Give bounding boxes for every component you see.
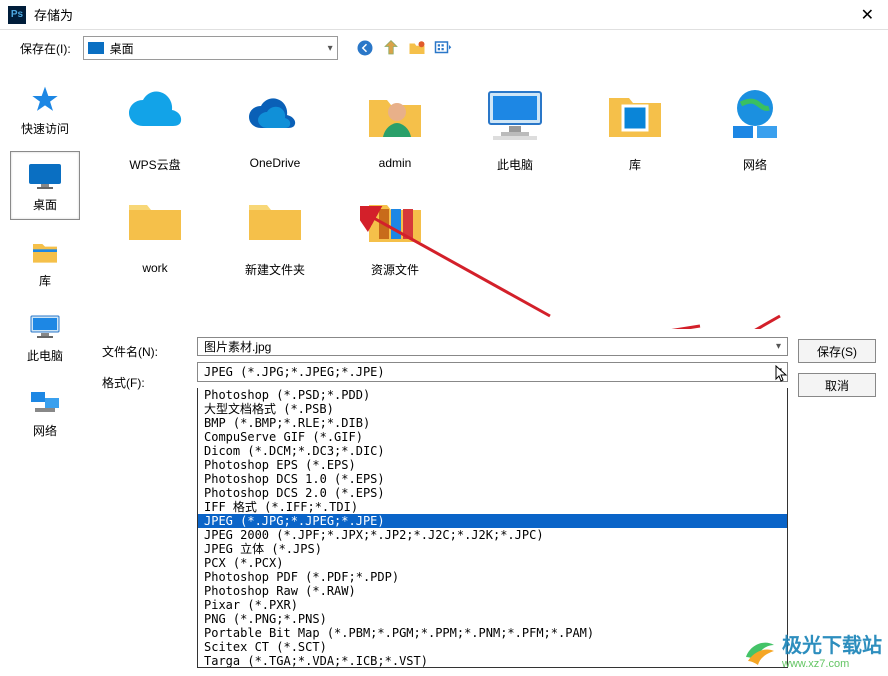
sidebar-item-label: 库 [39, 272, 51, 289]
app-icon: Ps [8, 6, 26, 24]
library-icon [603, 82, 667, 146]
pc-icon [27, 309, 63, 345]
format-option[interactable]: CompuServe GIF (*.GIF) [198, 430, 787, 444]
format-combo[interactable]: JPEG (*.JPG;*.JPEG;*.JPE) ▾ [197, 362, 788, 382]
file-work[interactable]: work [110, 187, 200, 278]
filename-label: 文件名(N): [102, 343, 197, 360]
new-folder-icon[interactable] [408, 39, 426, 57]
cloud-icon [123, 82, 187, 146]
format-option[interactable]: PCX (*.PCX) [198, 556, 787, 570]
file-network[interactable]: 网络 [710, 82, 800, 173]
file-label: 此电脑 [497, 156, 533, 173]
format-option[interactable]: Portable Bit Map (*.PBM;*.PGM;*.PPM;*.PN… [198, 626, 787, 640]
window-title: 存储为 [34, 5, 855, 24]
file-label: admin [379, 156, 412, 170]
format-option[interactable]: Photoshop Raw (*.RAW) [198, 584, 787, 598]
sidebar-item-thispc[interactable]: 此电脑 [10, 303, 80, 370]
close-button[interactable]: ✕ [855, 5, 880, 25]
globe-icon [723, 82, 787, 146]
format-option[interactable]: Scitex CT (*.SCT) [198, 640, 787, 654]
sidebar-item-quick[interactable]: 快速访问 [10, 76, 80, 143]
format-option[interactable]: Photoshop EPS (*.EPS) [198, 458, 787, 472]
format-option[interactable]: 大型文档格式 (*.PSB) [198, 402, 787, 416]
user-folder-icon [363, 82, 427, 146]
file-resources[interactable]: 资源文件 [350, 187, 440, 278]
format-option[interactable]: Targa (*.TGA;*.VDA;*.ICB;*.VST) [198, 654, 787, 668]
format-option[interactable]: Photoshop (*.PSD;*.PDD) [198, 388, 787, 402]
file-libraries[interactable]: 库 [590, 82, 680, 173]
format-label: 格式(F): [102, 374, 197, 391]
onedrive-icon [243, 82, 307, 146]
sidebar-item-label: 桌面 [33, 196, 57, 213]
format-value: JPEG (*.JPG;*.JPEG;*.JPE) [204, 365, 385, 379]
format-dropdown[interactable]: Photoshop (*.PSD;*.PDD)大型文档格式 (*.PSB)BMP… [197, 388, 788, 668]
format-option[interactable]: Photoshop DCS 1.0 (*.EPS) [198, 472, 787, 486]
location-combo[interactable]: 桌面 ▾ [83, 36, 338, 60]
sidebar-item-desktop[interactable]: 桌面 [10, 151, 80, 220]
file-label: work [142, 261, 167, 275]
desktop-icon [27, 158, 63, 194]
monitor-icon [483, 82, 547, 146]
filename-value: 图片素材.jpg [204, 338, 271, 355]
format-option[interactable]: JPEG 立体 (*.JPS) [198, 542, 787, 556]
format-option[interactable]: JPEG 2000 (*.JPF;*.JPX;*.JP2;*.J2C;*.J2K… [198, 528, 787, 542]
sidebar-item-label: 网络 [33, 422, 57, 439]
save-button[interactable]: 保存(S) [798, 339, 876, 363]
view-mode-icon[interactable] [434, 39, 452, 57]
file-label: WPS云盘 [129, 156, 180, 173]
up-icon[interactable] [382, 39, 400, 57]
file-label: OneDrive [250, 156, 301, 170]
format-option[interactable]: PNG (*.PNG;*.PNS) [198, 612, 787, 626]
file-newfolder[interactable]: 新建文件夹 [230, 187, 320, 278]
sidebar-item-label: 快速访问 [21, 120, 69, 137]
folder-resources-icon [363, 187, 427, 251]
folder-icon [243, 187, 307, 251]
location-toolbar: 保存在(I): 桌面 ▾ [0, 30, 888, 66]
desktop-mini-icon [88, 42, 104, 54]
file-label: 网络 [743, 156, 767, 173]
places-sidebar: 快速访问 桌面 库 此电脑 网络 [0, 66, 90, 676]
chevron-down-icon: ▾ [776, 341, 781, 352]
file-label: 库 [629, 156, 641, 173]
cancel-button[interactable]: 取消 [798, 373, 876, 397]
format-option[interactable]: Pixar (*.PXR) [198, 598, 787, 612]
format-option[interactable]: Dicom (*.DCM;*.DC3;*.DIC) [198, 444, 787, 458]
star-icon [27, 82, 63, 118]
file-label: 资源文件 [371, 261, 419, 278]
back-icon[interactable] [356, 39, 374, 57]
filename-input[interactable]: 图片素材.jpg ▾ [197, 337, 788, 356]
location-label: 保存在(I): [20, 40, 71, 57]
format-option[interactable]: JPEG (*.JPG;*.JPEG;*.JPE) [198, 514, 787, 528]
libraries-icon [27, 234, 63, 270]
format-option[interactable]: Photoshop PDF (*.PDF;*.PDP) [198, 570, 787, 584]
sidebar-item-label: 此电脑 [27, 347, 63, 364]
file-wps[interactable]: WPS云盘 [110, 82, 200, 173]
folder-icon [123, 187, 187, 251]
file-thispc[interactable]: 此电脑 [470, 82, 560, 173]
file-label: 新建文件夹 [245, 261, 305, 278]
format-option[interactable]: IFF 格式 (*.IFF;*.TDI) [198, 500, 787, 514]
titlebar: Ps 存储为 ✕ [0, 0, 888, 30]
sidebar-item-network[interactable]: 网络 [10, 378, 80, 445]
file-onedrive[interactable]: OneDrive [230, 82, 320, 173]
file-admin[interactable]: admin [350, 82, 440, 173]
location-value: 桌面 [110, 40, 134, 57]
network-icon [27, 384, 63, 420]
chevron-down-icon: ▾ [328, 43, 333, 54]
format-option[interactable]: Photoshop DCS 2.0 (*.EPS) [198, 486, 787, 500]
sidebar-item-libraries[interactable]: 库 [10, 228, 80, 295]
file-area: WPS云盘 OneDrive admin 此电脑 库 网络 [90, 66, 888, 676]
cursor-icon [775, 365, 789, 383]
format-option[interactable]: BMP (*.BMP;*.RLE;*.DIB) [198, 416, 787, 430]
